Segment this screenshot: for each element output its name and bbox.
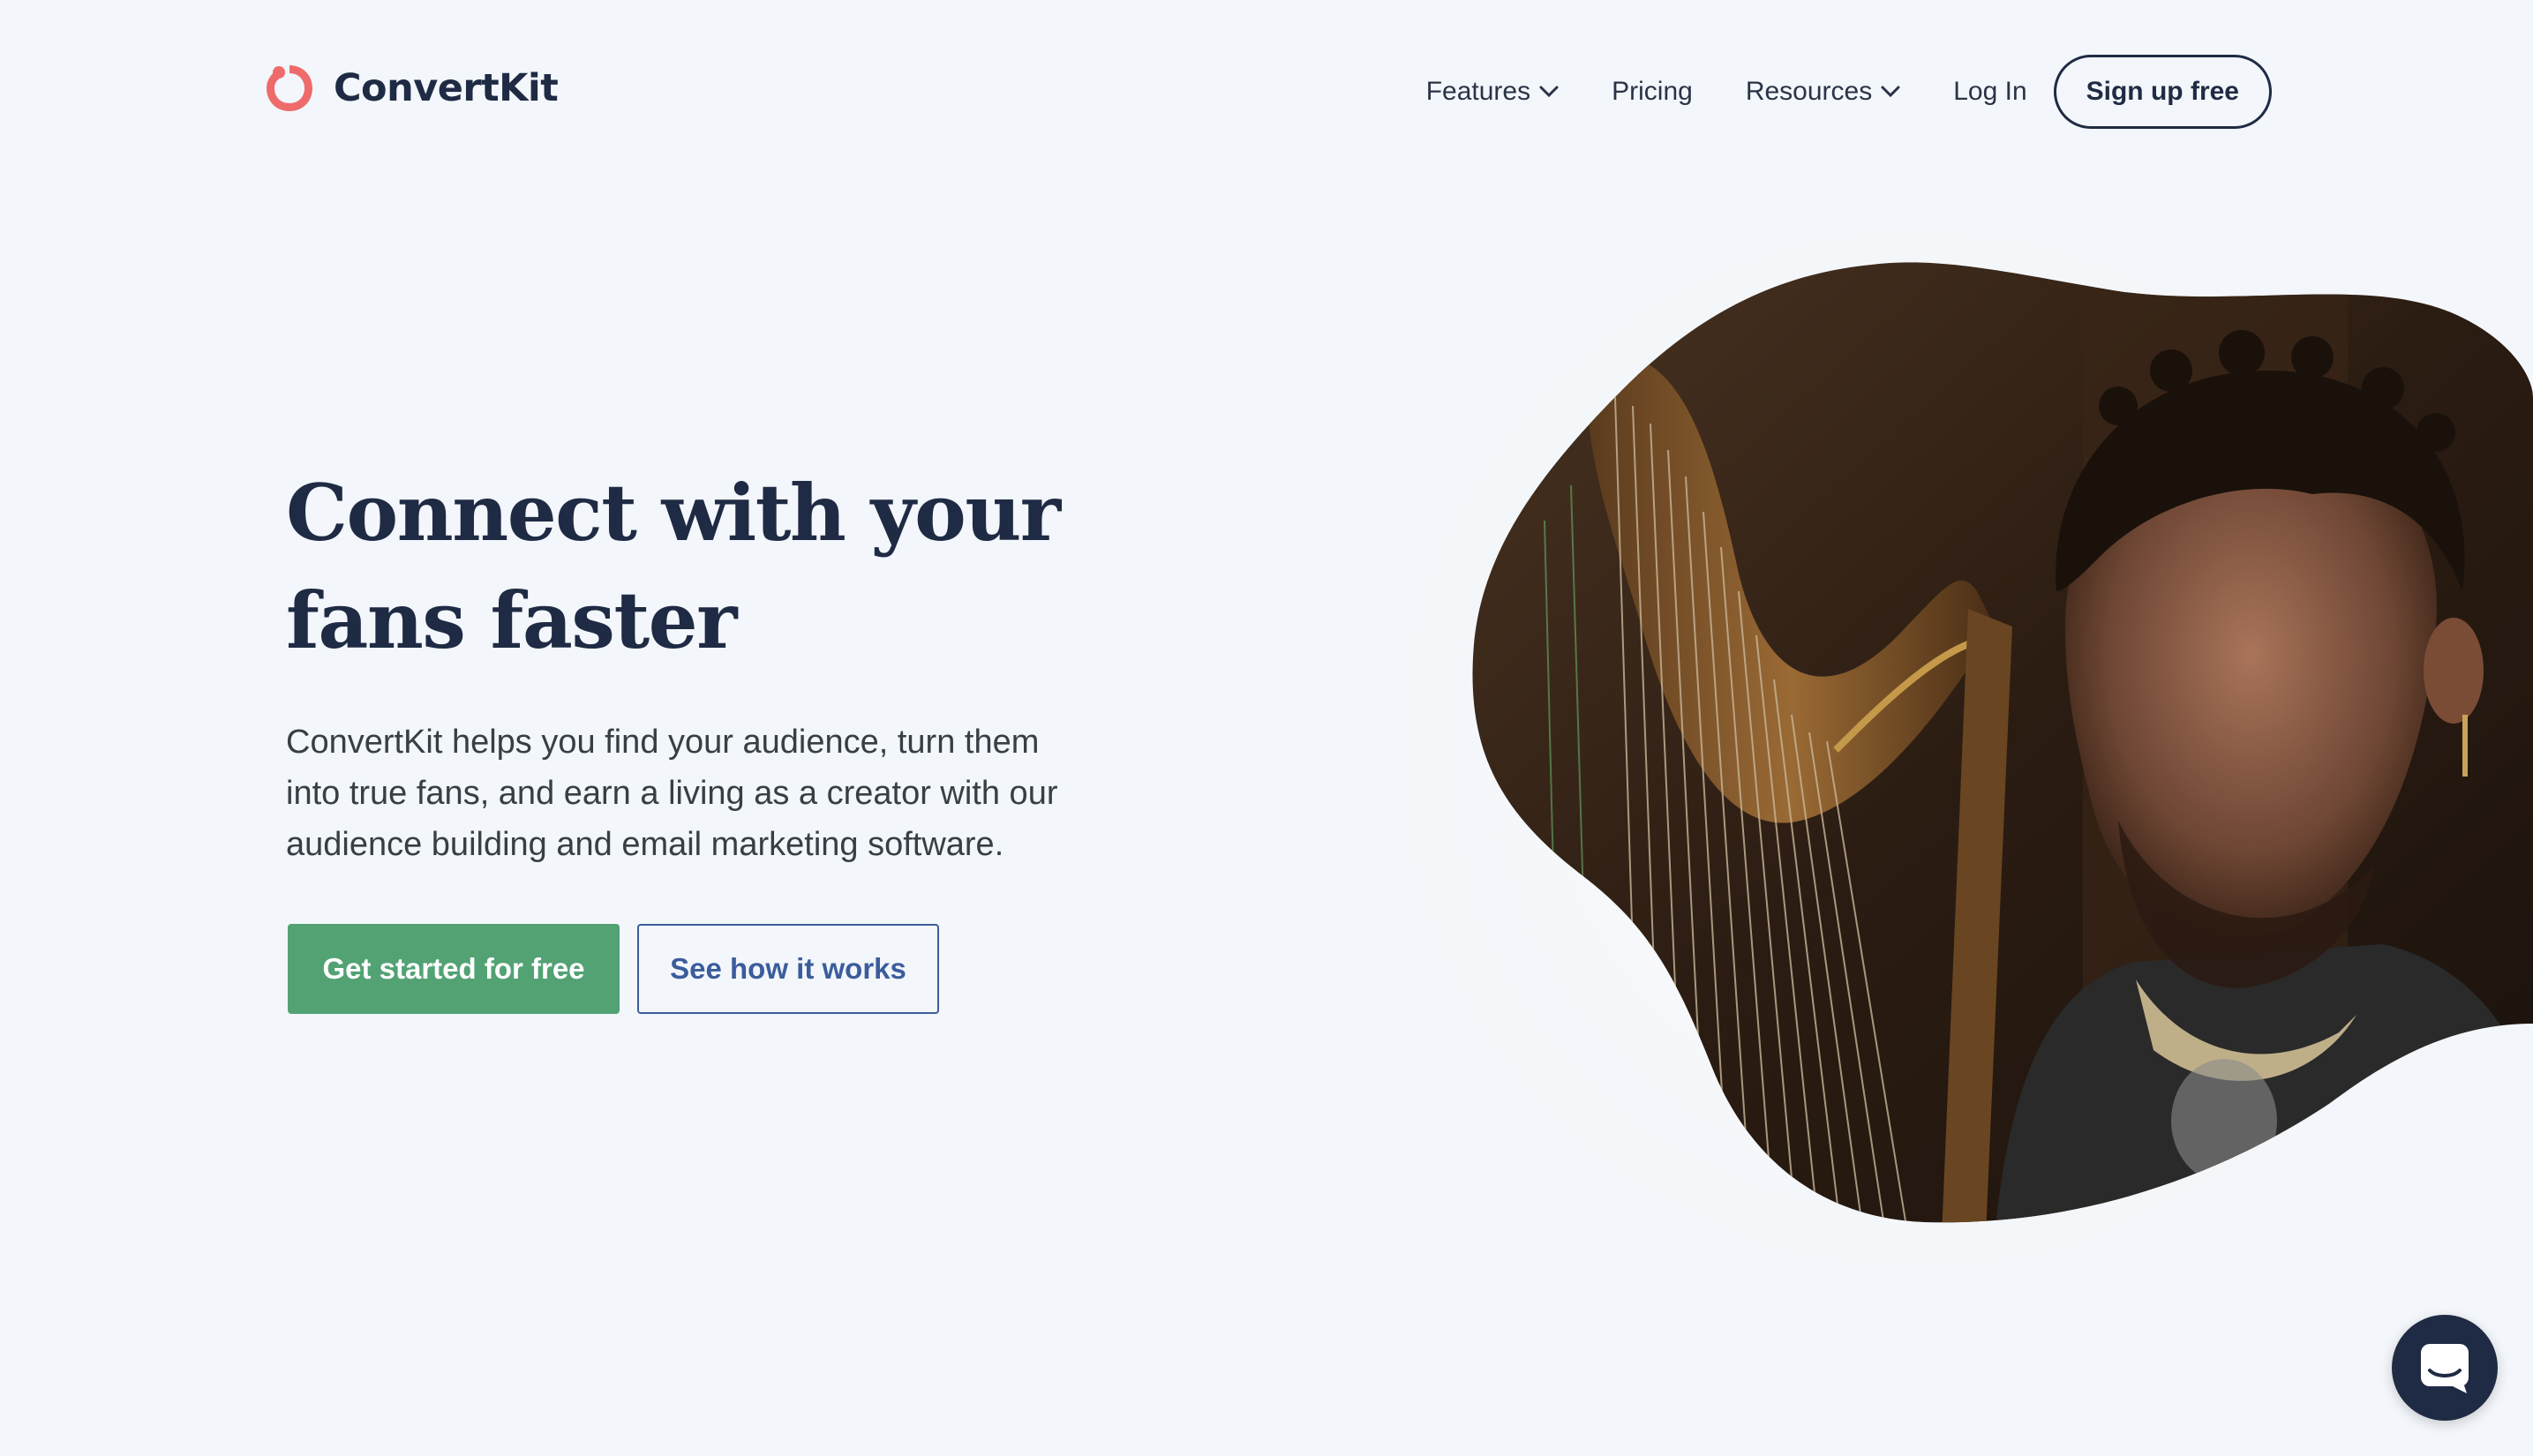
chevron-down-icon	[1881, 86, 1900, 98]
main-nav: Features Pricing Resources Log In Sign u…	[1426, 55, 2272, 129]
nav-login-label: Log In	[1953, 77, 2027, 106]
chevron-down-icon	[1539, 86, 1559, 98]
harpist-photo	[1472, 262, 2533, 1223]
hero-cta-group: Get started for free See how it works	[288, 924, 939, 1014]
chat-bubble-icon	[2421, 1344, 2469, 1393]
see-how-it-works-button[interactable]: See how it works	[637, 924, 939, 1014]
hero-title: Connect with your fans faster	[286, 467, 1061, 666]
chat-launcher-button[interactable]	[2392, 1315, 2498, 1421]
nav-pricing[interactable]: Pricing	[1612, 77, 1693, 107]
nav-resources[interactable]: Resources	[1746, 77, 1900, 107]
brand-logo[interactable]: ConvertKit	[261, 60, 559, 116]
nav-features-label: Features	[1425, 77, 1531, 106]
nav-pricing-label: Pricing	[1612, 77, 1693, 106]
landing-page: ConvertKit Features Pricing Resources Lo…	[0, 0, 2533, 1456]
brand-name: ConvertKit	[334, 66, 559, 110]
signup-button[interactable]: Sign up free	[2053, 55, 2272, 129]
hero-video[interactable]	[1447, 256, 2533, 1235]
get-started-button[interactable]: Get started for free	[288, 924, 620, 1014]
hero-description: ConvertKit helps you find your audience,…	[286, 724, 1058, 863]
nav-login[interactable]: Log In	[1953, 77, 2026, 107]
nav-resources-label: Resources	[1745, 77, 1873, 106]
nav-features[interactable]: Features	[1426, 77, 1559, 107]
convertkit-logo-icon	[267, 65, 312, 111]
